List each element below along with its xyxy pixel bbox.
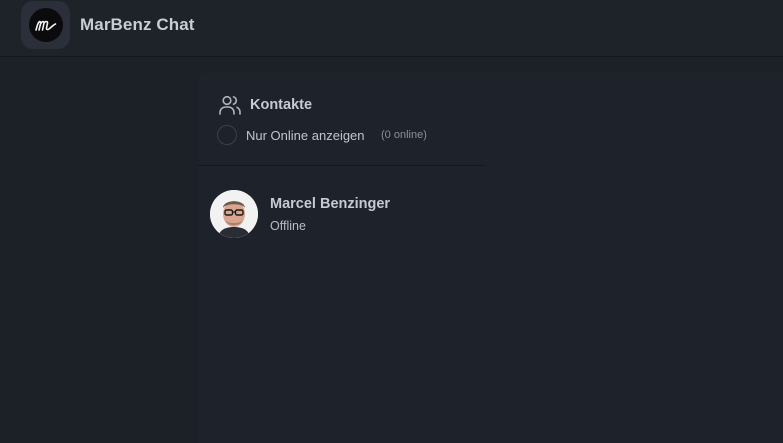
top-bar: MarBenz Chat bbox=[0, 0, 783, 57]
app-title: MarBenz Chat bbox=[80, 15, 195, 34]
online-only-label[interactable]: Nur Online anzeigen bbox=[246, 128, 365, 143]
users-icon bbox=[219, 95, 241, 115]
contacts-title: Kontakte bbox=[250, 97, 313, 113]
contact-name: Marcel Benzinger bbox=[270, 196, 391, 212]
contact-list-item[interactable]: Marcel Benzinger Offline bbox=[198, 181, 486, 251]
marbenz-logo-icon bbox=[28, 8, 63, 42]
contact-status: Offline bbox=[270, 219, 306, 233]
contacts-panel: Kontakte Nur Online anzeigen (0 online) … bbox=[198, 73, 783, 443]
app-logo[interactable] bbox=[21, 1, 70, 49]
contact-avatar bbox=[210, 190, 258, 238]
online-count: (0 online) bbox=[381, 129, 427, 141]
contacts-header: Kontakte Nur Online anzeigen (0 online) bbox=[198, 73, 486, 166]
online-only-checkbox[interactable] bbox=[217, 125, 237, 145]
